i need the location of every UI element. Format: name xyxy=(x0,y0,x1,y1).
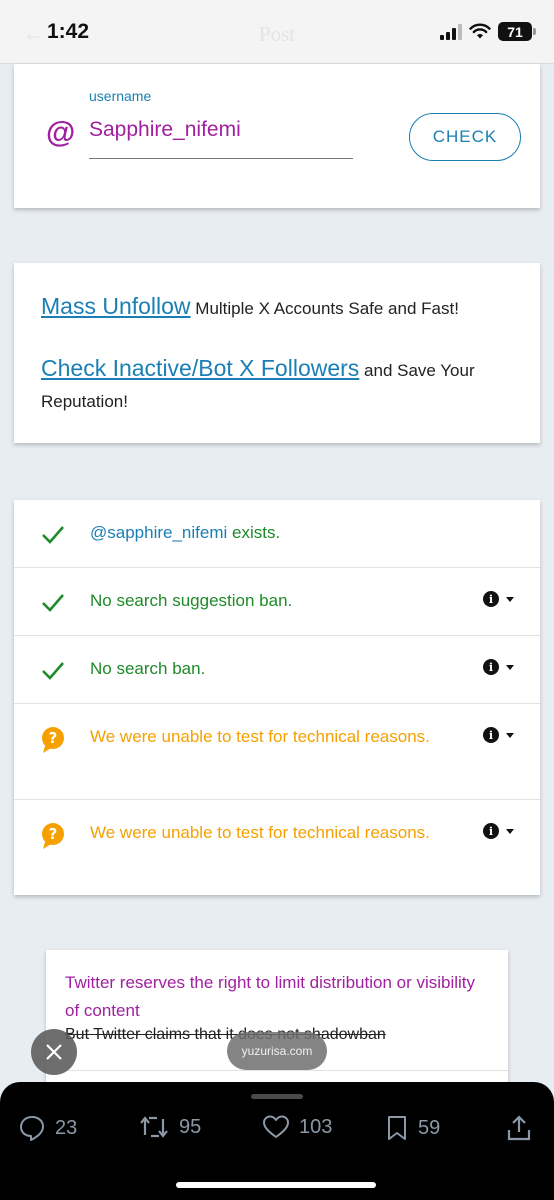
info-icon: i xyxy=(483,727,499,743)
shadowban-note-card: Twitter reserves the right to limit dist… xyxy=(46,950,508,1100)
url-pill[interactable]: yuzurisa.com xyxy=(227,1032,327,1070)
info-icon: i xyxy=(483,591,499,607)
note-title: Twitter reserves the right to limit dist… xyxy=(65,973,476,1020)
info-toggle[interactable]: i xyxy=(483,727,514,743)
promo-line-1: Mass Unfollow Multiple X Accounts Safe a… xyxy=(41,291,521,324)
question-bubble-icon: ? xyxy=(42,823,64,849)
chevron-down-icon xyxy=(506,828,514,834)
chevron-down-icon xyxy=(506,732,514,738)
result-text: We were unable to test for technical rea… xyxy=(90,823,430,842)
status-bar: ← 1:42 Post 71 xyxy=(0,0,554,64)
chevron-down-icon xyxy=(506,596,514,602)
check-inactive-followers-link[interactable]: Check Inactive/Bot X Followers xyxy=(41,355,359,381)
wifi-icon xyxy=(469,23,491,39)
result-status-text: exists. xyxy=(232,523,281,542)
result-row: No search suggestion ban. i xyxy=(14,568,540,636)
promo-card: Mass Unfollow Multiple X Accounts Safe a… xyxy=(14,263,540,443)
result-text: We were unable to test for technical rea… xyxy=(90,727,430,746)
result-row: @sapphire_nifemi exists. xyxy=(14,500,540,568)
info-icon: i xyxy=(483,659,499,675)
info-toggle[interactable]: i xyxy=(483,823,514,839)
battery-level: 71 xyxy=(507,23,523,40)
promo-text-1: Multiple X Accounts Safe and Fast! xyxy=(195,299,459,318)
username-underline xyxy=(89,158,353,159)
svg-text:?: ? xyxy=(49,729,58,747)
reply-count: 23 xyxy=(55,1116,78,1139)
results-card: @sapphire_nifemi exists. No search sugge… xyxy=(14,500,540,895)
share-button[interactable] xyxy=(506,1114,532,1142)
info-toggle[interactable]: i xyxy=(483,591,514,607)
info-icon: i xyxy=(483,823,499,839)
result-row: No search ban. i xyxy=(14,636,540,704)
chevron-down-icon xyxy=(506,664,514,670)
question-bubble-icon: ? xyxy=(42,727,64,753)
close-button[interactable] xyxy=(31,1029,77,1075)
drag-handle[interactable] xyxy=(251,1094,303,1099)
result-row: ? We were unable to test for technical r… xyxy=(14,800,540,895)
reply-button[interactable]: 23 xyxy=(18,1114,77,1142)
at-sign-icon: @ xyxy=(46,116,76,149)
repost-icon xyxy=(140,1116,168,1138)
post-action-bar: 23 95 103 59 xyxy=(0,1082,554,1200)
repost-count: 95 xyxy=(179,1115,202,1138)
bookmark-count: 59 xyxy=(418,1116,441,1139)
result-handle: @sapphire_nifemi xyxy=(90,523,228,542)
repost-button[interactable]: 95 xyxy=(138,1114,201,1140)
result-text: No search ban. xyxy=(90,659,206,678)
bookmark-icon xyxy=(388,1116,406,1140)
username-card: @ username Sapphire_nifemi CHECK xyxy=(14,64,540,208)
result-text: @sapphire_nifemi exists. xyxy=(90,519,510,547)
checkmark-icon xyxy=(42,662,64,680)
info-toggle[interactable]: i xyxy=(483,659,514,675)
share-icon xyxy=(507,1115,531,1141)
bookmark-button[interactable]: 59 xyxy=(385,1114,440,1142)
close-icon xyxy=(46,1044,62,1060)
mass-unfollow-link[interactable]: Mass Unfollow xyxy=(41,293,191,319)
heart-icon xyxy=(263,1115,289,1138)
like-button[interactable]: 103 xyxy=(262,1114,332,1140)
svg-text:?: ? xyxy=(49,825,58,843)
check-button[interactable]: CHECK xyxy=(409,113,521,161)
result-row: ? We were unable to test for technical r… xyxy=(14,704,540,800)
home-indicator xyxy=(176,1182,376,1188)
divider xyxy=(46,1070,508,1071)
promo-line-2: Check Inactive/Bot X Followers and Save … xyxy=(41,353,521,417)
result-text: No search suggestion ban. xyxy=(90,591,293,610)
note-subtitle: But Twitter claims that it does not shad… xyxy=(65,1026,386,1043)
checkmark-icon xyxy=(42,526,64,544)
like-count: 103 xyxy=(299,1115,333,1138)
username-label: username xyxy=(89,88,152,104)
username-input[interactable]: Sapphire_nifemi xyxy=(89,118,241,142)
cellular-signal-icon xyxy=(440,23,462,40)
checkmark-icon xyxy=(42,594,64,612)
reply-bubble-icon xyxy=(20,1116,44,1141)
battery-icon: 71 xyxy=(498,22,536,41)
